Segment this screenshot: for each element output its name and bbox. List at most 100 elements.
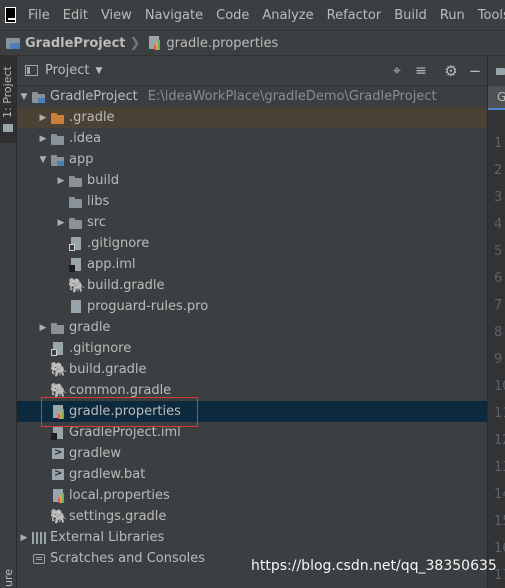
tree-item-label: Scratches and Consoles: [50, 551, 206, 566]
text-file-icon: [68, 299, 84, 315]
line-number: 5: [494, 244, 503, 259]
menu-view[interactable]: View: [101, 8, 132, 23]
line-number: 13: [494, 460, 505, 475]
tree-item-label: External Libraries: [50, 530, 165, 545]
chevron-down-icon[interactable]: ▼: [17, 92, 31, 102]
project-view-label: Project: [45, 63, 90, 78]
tree-item-gradlew-bat[interactable]: gradlew.bat: [17, 464, 487, 485]
menu-analyze[interactable]: Analyze: [262, 8, 313, 23]
left-tool-strip: 1: Project: [0, 56, 17, 588]
chevron-right-icon[interactable]: ▶: [36, 134, 50, 144]
line-number: 10: [494, 379, 505, 394]
tree-item-proguard[interactable]: proguard-rules.pro: [17, 296, 487, 317]
gradle-file-icon: 🐘: [50, 382, 68, 399]
tree-item-label: build.gradle: [69, 362, 147, 377]
tree-item-common-gradle[interactable]: 🐘 common.gradle: [17, 380, 487, 401]
editor-tab-header: [488, 56, 505, 86]
breadcrumb-file-label: gradle.properties: [166, 35, 279, 51]
folder-icon: [50, 320, 66, 336]
tree-item-settings-gradle[interactable]: 🐘 settings.gradle: [17, 506, 487, 527]
tree-item-label: src: [87, 215, 106, 230]
menu-code[interactable]: Code: [216, 8, 249, 23]
hide-icon[interactable]: −: [467, 62, 483, 80]
chevron-right-icon[interactable]: ▶: [54, 176, 68, 186]
tree-item-idea[interactable]: ▶ .idea: [17, 128, 487, 149]
tree-item-label: build.gradle: [87, 278, 165, 293]
tree-item-src[interactable]: ▶ src: [17, 212, 487, 233]
gradle-file-icon: 🐘: [68, 277, 86, 294]
structure-tool-tab[interactable]: ure: [2, 569, 15, 587]
tree-item-project-iml[interactable]: GradleProject.iml: [17, 422, 487, 443]
project-tree: ▼ GradleProject E:\ideaWorkPlace\gradleD…: [17, 86, 487, 588]
gear-icon[interactable]: ⚙: [443, 62, 459, 80]
tree-item-gradlew[interactable]: gradlew: [17, 443, 487, 464]
tree-item-app-build-gradle[interactable]: 🐘 build.gradle: [17, 275, 487, 296]
line-number: 9: [494, 352, 503, 367]
recent-files-icon[interactable]: [496, 68, 505, 75]
tree-item-app-iml[interactable]: app.iml: [17, 254, 487, 275]
tree-item-app-build[interactable]: ▶ build: [17, 170, 487, 191]
chevron-right-icon[interactable]: ▶: [54, 218, 68, 228]
tree-item-label: build: [87, 173, 119, 188]
chevron-right-icon[interactable]: ▶: [36, 113, 50, 123]
properties-file-icon: [146, 35, 162, 51]
properties-file-icon: [50, 488, 66, 504]
tree-item-gradle-properties[interactable]: gradle.properties: [17, 401, 487, 422]
line-number: 16: [494, 541, 505, 556]
project-folder-icon: [6, 37, 20, 49]
menu-file[interactable]: File: [28, 8, 50, 23]
editor-gutter: G 1234567891011121314151617: [487, 56, 505, 588]
editor-tab-gradle-properties[interactable]: G: [488, 86, 505, 110]
tree-item-label: proguard-rules.pro: [87, 299, 209, 314]
tree-root-path: E:\ideaWorkPlace\gradleDemo\GradleProjec…: [147, 89, 437, 104]
breadcrumb-file[interactable]: gradle.properties: [146, 35, 278, 51]
line-number: 11: [494, 406, 505, 421]
tree-item-gitignore[interactable]: .gitignore: [17, 338, 487, 359]
menu-navigate[interactable]: Navigate: [145, 8, 203, 23]
terminal-file-icon: [50, 446, 66, 462]
properties-file-icon: [50, 404, 66, 420]
breadcrumb: GradleProject ❯ gradle.properties: [0, 30, 505, 56]
line-number: 3: [494, 190, 503, 205]
tree-item-gradle-folder[interactable]: ▶ gradle: [17, 317, 487, 338]
tree-item-local-properties[interactable]: local.properties: [17, 485, 487, 506]
tree-item-label: libs: [87, 194, 110, 209]
project-tool-tab[interactable]: 1: Project: [0, 56, 16, 143]
tree-item-label: .idea: [69, 131, 101, 146]
tree-item-build-gradle[interactable]: 🐘 build.gradle: [17, 359, 487, 380]
line-number: 7: [494, 298, 503, 313]
tree-item-label: common.gradle: [69, 383, 172, 398]
line-number: 4: [494, 217, 503, 232]
menu-edit[interactable]: Edit: [63, 8, 88, 23]
tree-item-label: .gradle: [69, 110, 115, 125]
project-panel-header: Project ▼ ⌖ ≡ ⚙ −: [17, 56, 487, 86]
menu-build[interactable]: Build: [394, 8, 427, 23]
chevron-right-icon[interactable]: ▶: [17, 533, 31, 543]
tree-item-label: gradle: [69, 320, 111, 335]
gradle-file-icon: 🐘: [50, 361, 68, 378]
menu-run[interactable]: Run: [440, 8, 465, 23]
folder-icon: [68, 215, 84, 231]
project-view-dropdown[interactable]: Project ▼: [25, 63, 102, 78]
collapse-all-icon[interactable]: ≡: [413, 63, 429, 79]
chevron-right-icon[interactable]: ▶: [36, 323, 50, 333]
breadcrumb-separator-icon: ❯: [129, 35, 141, 51]
tree-item-label: settings.gradle: [69, 509, 167, 524]
tree-item-external-libraries[interactable]: ▶ External Libraries: [17, 527, 487, 548]
menu-tools[interactable]: Tools: [478, 8, 505, 23]
tree-item-app[interactable]: ▼ app: [17, 149, 487, 170]
chevron-down-icon[interactable]: ▼: [36, 155, 50, 165]
tree-item-libs[interactable]: libs: [17, 191, 487, 212]
locate-icon[interactable]: ⌖: [389, 63, 405, 79]
tree-item-gradle-cache[interactable]: ▶ .gradle: [17, 107, 487, 128]
tree-item-app-gitignore[interactable]: .gitignore: [17, 233, 487, 254]
tree-item-label: app: [69, 152, 94, 167]
line-number: 14: [494, 487, 505, 502]
breadcrumb-project-label: GradleProject: [25, 35, 126, 51]
menu-refactor[interactable]: Refactor: [327, 8, 382, 23]
tree-item-label: .gitignore: [69, 341, 132, 356]
breadcrumb-project[interactable]: GradleProject: [0, 36, 126, 51]
tree-root[interactable]: ▼ GradleProject E:\ideaWorkPlace\gradleD…: [17, 86, 487, 107]
tree-item-label: gradlew.bat: [69, 467, 146, 482]
tree-item-label: gradlew: [69, 446, 122, 461]
